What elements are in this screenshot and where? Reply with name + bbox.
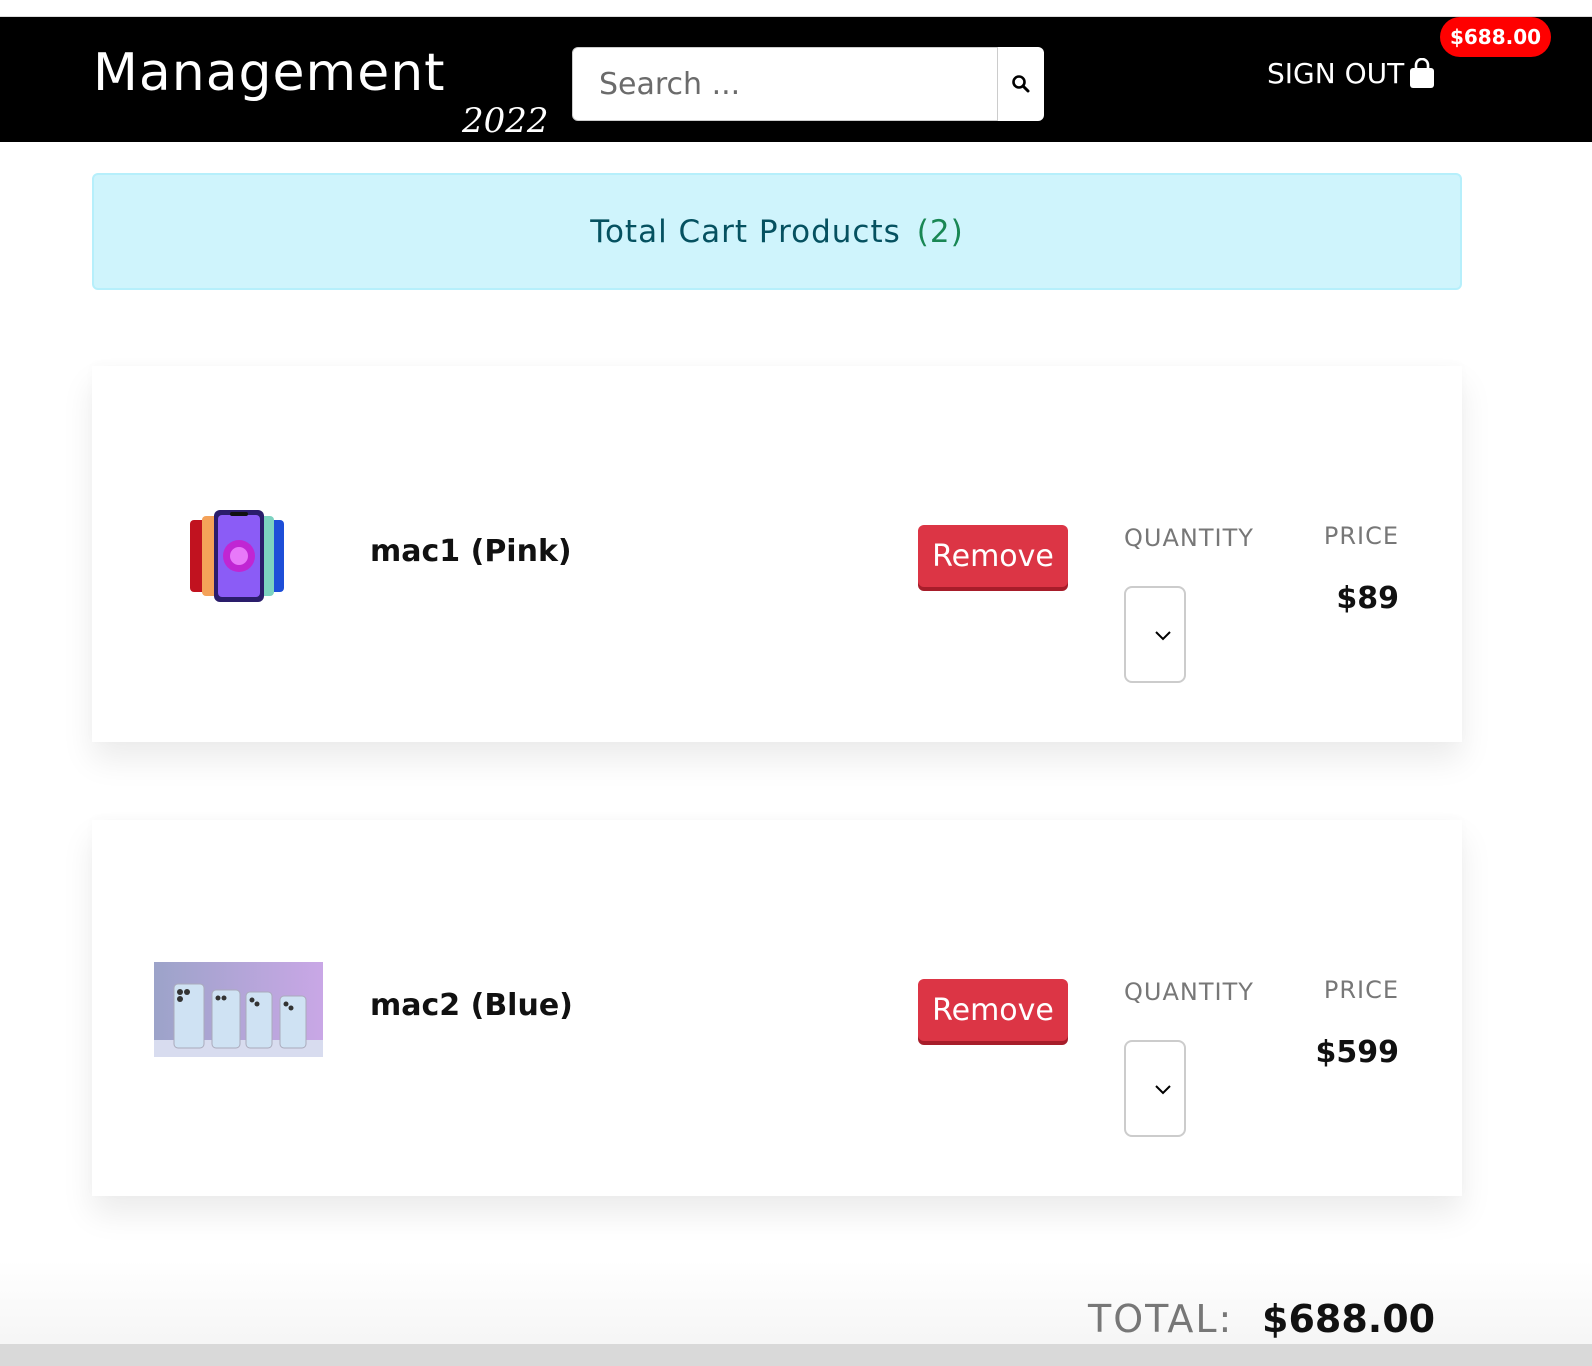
- cart-count-label: Total Cart Products: [590, 213, 901, 250]
- cart-item-card: mac1 (Pink) Remove QUANTITY PRICE $89: [92, 366, 1462, 742]
- quantity-select[interactable]: [1124, 586, 1186, 683]
- price-value: $599: [1315, 1035, 1400, 1070]
- price-label: PRICE: [1323, 976, 1399, 1004]
- page-bottom-edge: [0, 1344, 1592, 1366]
- cart-count-value: (2): [916, 213, 964, 250]
- total-value: $688.00: [1262, 1297, 1436, 1341]
- price-label: PRICE: [1323, 522, 1399, 550]
- brand-year: 2022: [462, 101, 549, 141]
- remove-button[interactable]: Remove: [918, 979, 1068, 1041]
- blue-phones-row-image: [154, 962, 323, 1057]
- search-input[interactable]: [572, 47, 998, 121]
- search-form: [572, 47, 1044, 121]
- navbar: Management 2022 SIGN OUT: [0, 17, 1592, 142]
- cart-count-alert: Total Cart Products (2): [92, 173, 1462, 290]
- cart-total-badge: $688.00: [1440, 17, 1551, 57]
- quantity-label: QUANTITY: [1124, 524, 1254, 552]
- remove-button[interactable]: Remove: [918, 525, 1068, 587]
- chevron-down-icon: [1155, 630, 1171, 640]
- product-name: mac1 (Pink): [370, 534, 572, 569]
- search-button[interactable]: [998, 47, 1044, 121]
- sign-out-label: SIGN OUT: [1267, 57, 1405, 90]
- total-label: TOTAL:: [1088, 1297, 1234, 1341]
- colorful-phones-fan-image: [190, 510, 284, 602]
- cart-item-card: mac2 (Blue) Remove QUANTITY PRICE $599: [92, 820, 1462, 1196]
- sign-out-link[interactable]: SIGN OUT: [1267, 57, 1436, 90]
- quantity-select[interactable]: [1124, 1040, 1186, 1137]
- shopping-bag-icon[interactable]: [1408, 57, 1436, 90]
- chevron-down-icon: [1155, 1084, 1171, 1094]
- brand-title[interactable]: Management: [93, 43, 446, 103]
- price-value: $89: [1336, 581, 1399, 616]
- browser-top-strip: [0, 0, 1592, 17]
- product-name: mac2 (Blue): [370, 988, 573, 1023]
- search-icon: [1012, 75, 1030, 93]
- quantity-label: QUANTITY: [1124, 978, 1254, 1006]
